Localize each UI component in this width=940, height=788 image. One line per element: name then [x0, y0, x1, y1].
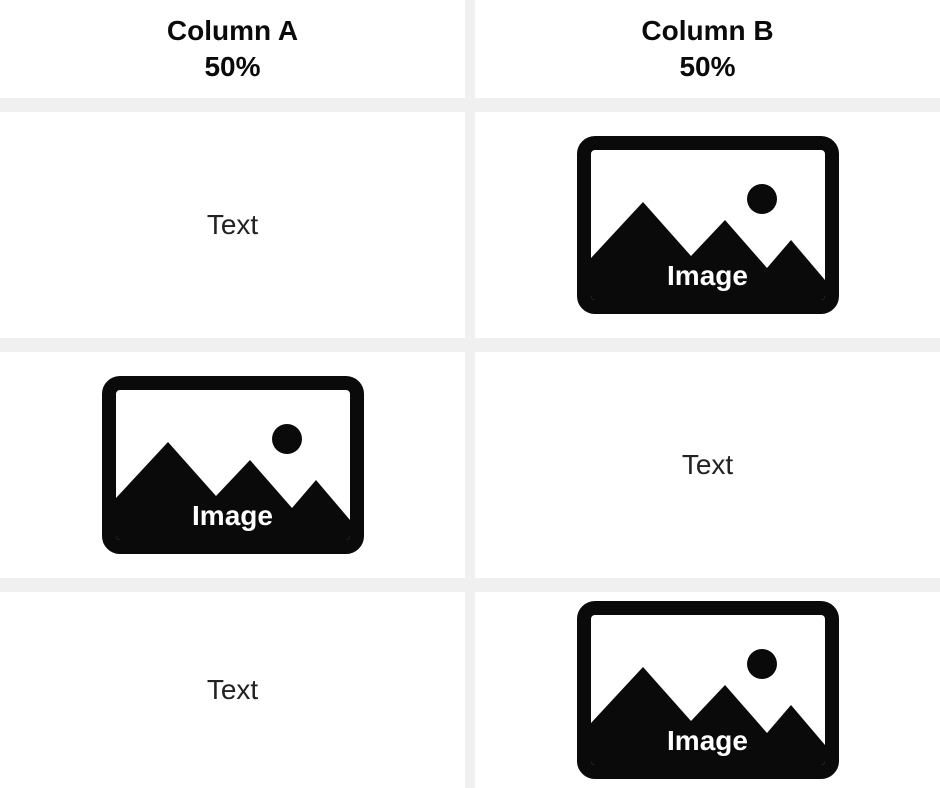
column-b-subtitle: 50% — [679, 51, 735, 83]
row-divider — [0, 338, 940, 352]
row-2-col-a: Image — [0, 352, 465, 578]
row-divider — [0, 98, 940, 112]
image-placeholder-icon: Image — [577, 136, 839, 314]
text-label: Text — [682, 449, 733, 481]
image-label: Image — [116, 500, 350, 532]
row-3-col-b: Image — [475, 592, 940, 788]
column-divider — [465, 112, 475, 338]
column-b-header: Column B 50% — [475, 0, 940, 98]
column-b-title: Column B — [641, 15, 773, 47]
layout-diagram: Column A 50% Column B 50% Text Image Ima… — [0, 0, 940, 788]
column-divider — [465, 352, 475, 578]
image-placeholder-icon: Image — [102, 376, 364, 554]
column-divider — [465, 0, 475, 98]
column-a-subtitle: 50% — [204, 51, 260, 83]
image-label: Image — [591, 725, 825, 757]
text-label: Text — [207, 209, 258, 241]
column-a-title: Column A — [167, 15, 298, 47]
column-a-header: Column A 50% — [0, 0, 465, 98]
image-label: Image — [591, 260, 825, 292]
row-3-col-a: Text — [0, 592, 465, 788]
row-divider — [0, 578, 940, 592]
row-1-col-b: Image — [475, 112, 940, 338]
row-2-col-b: Text — [475, 352, 940, 578]
column-divider — [465, 592, 475, 788]
image-placeholder-icon: Image — [577, 601, 839, 779]
text-label: Text — [207, 674, 258, 706]
row-1-col-a: Text — [0, 112, 465, 338]
